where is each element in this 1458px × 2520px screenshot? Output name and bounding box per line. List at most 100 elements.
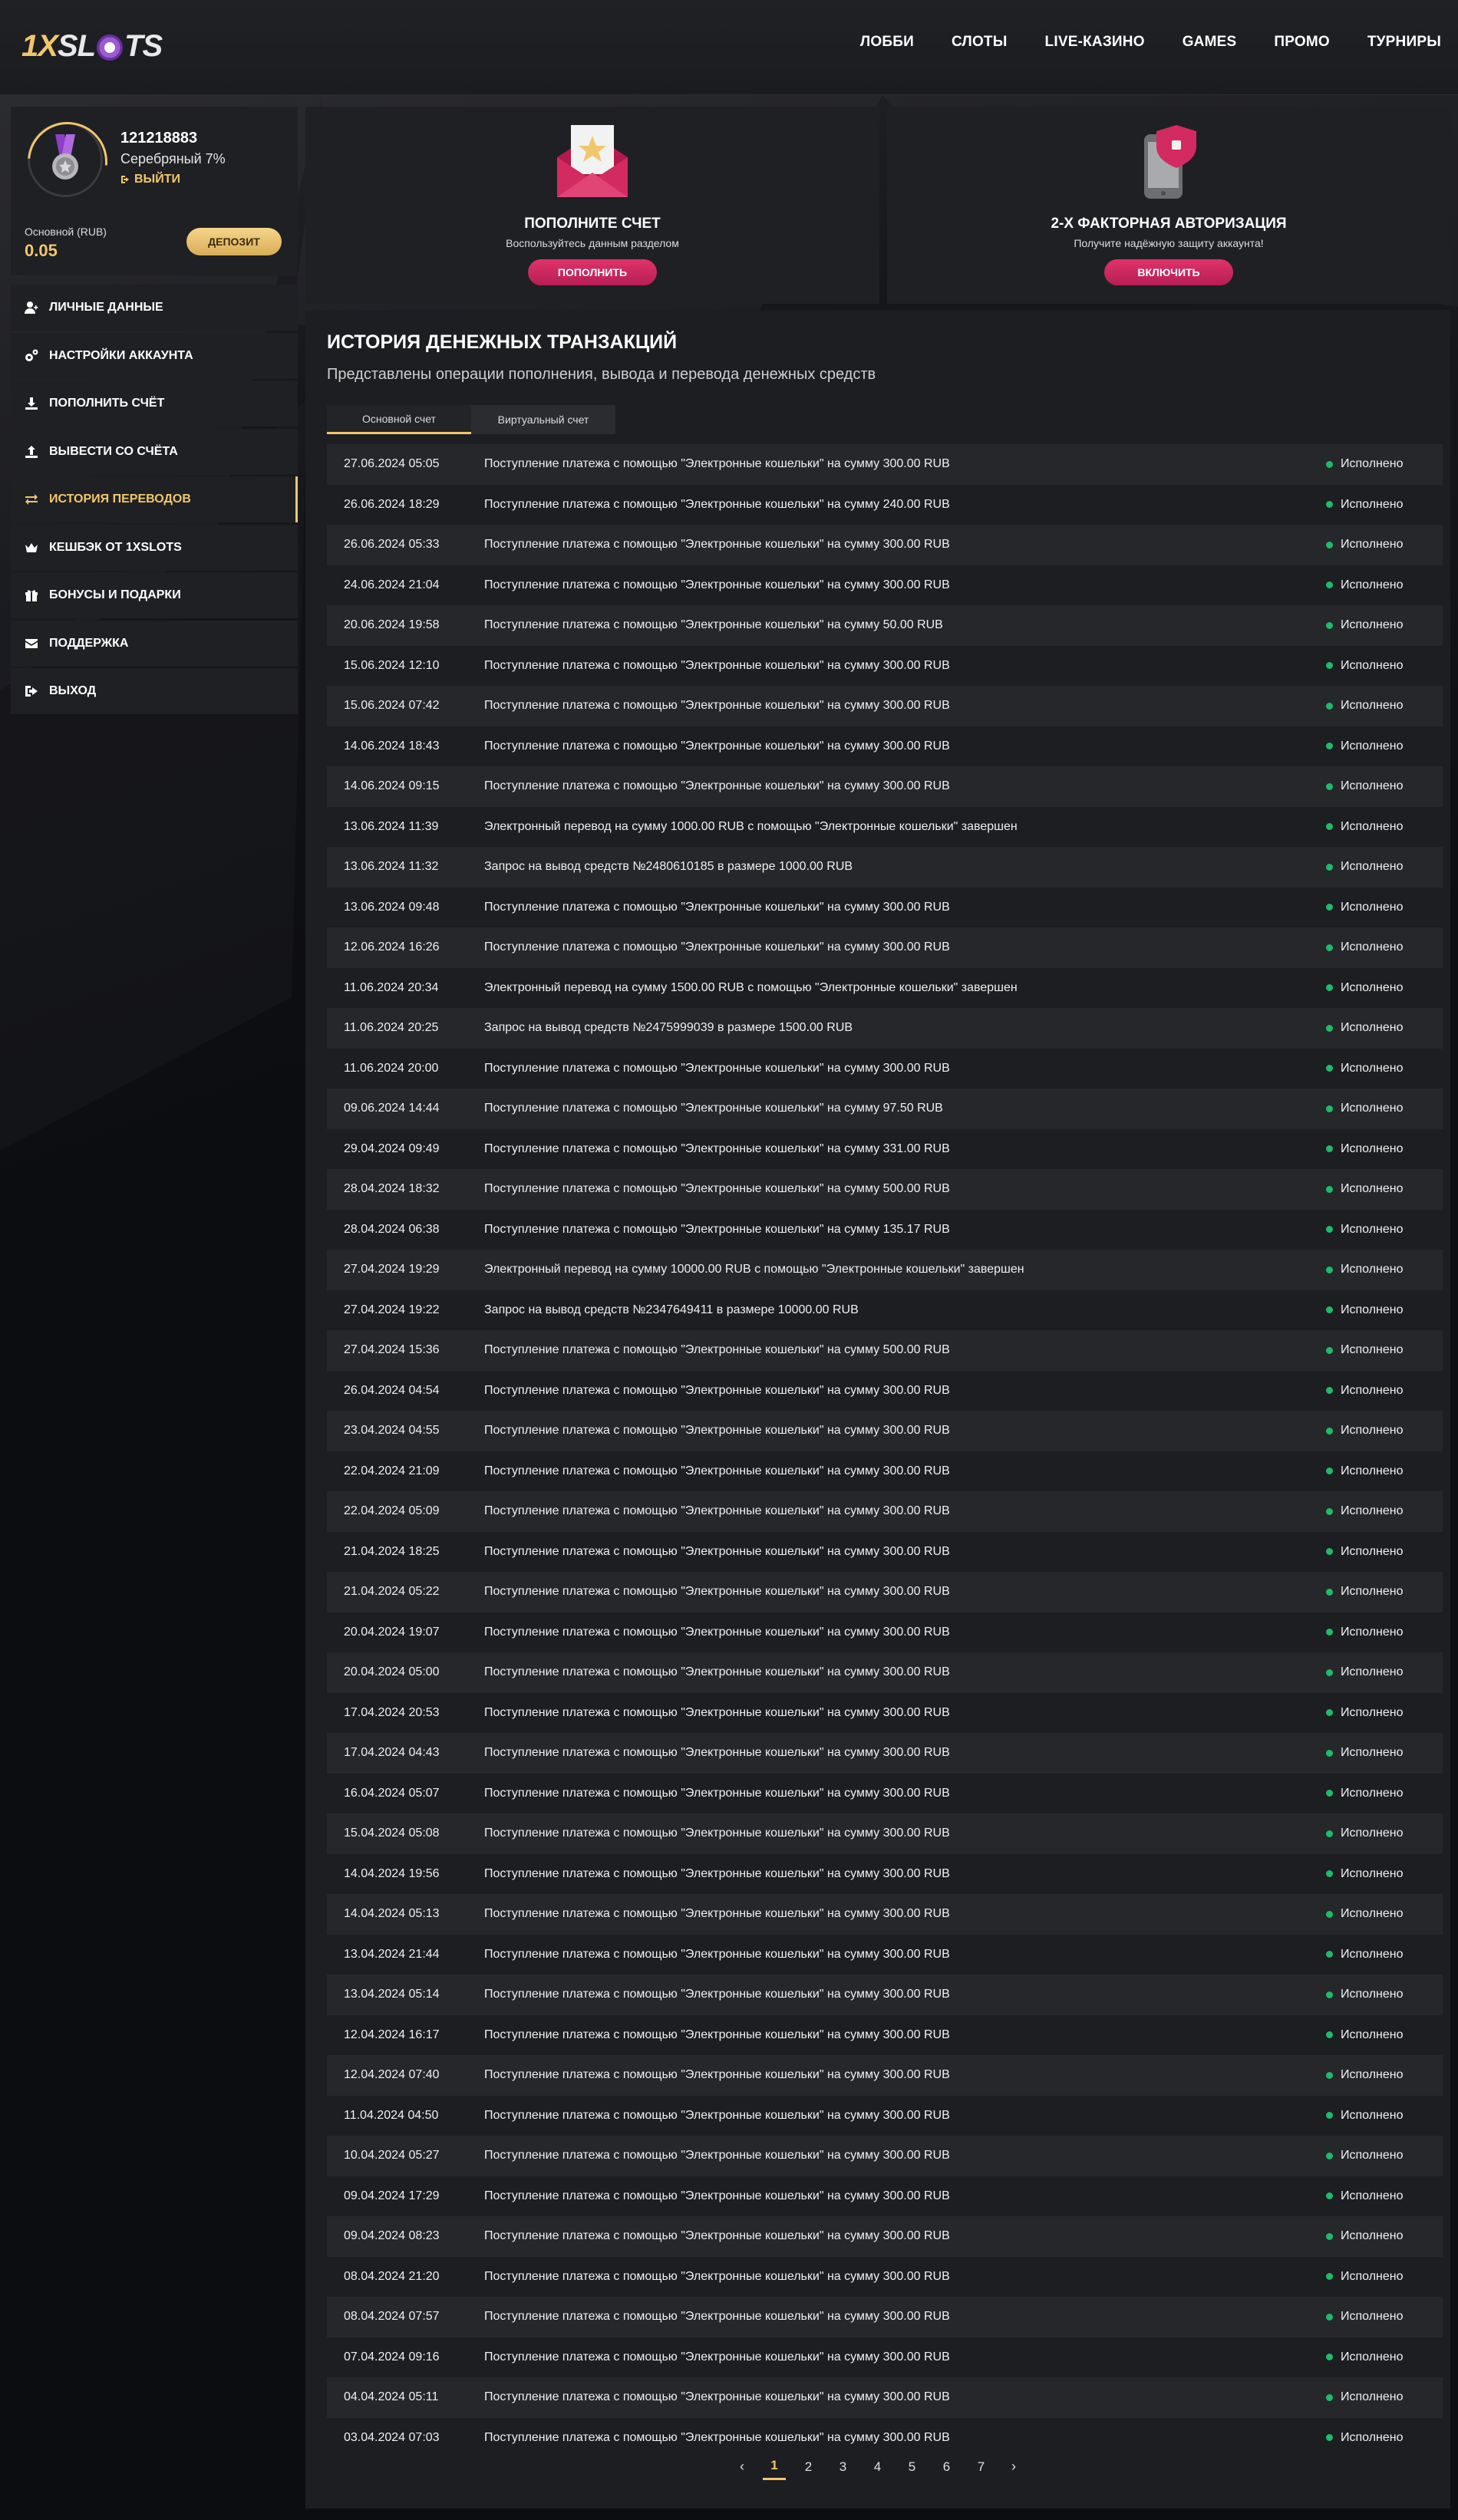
- deposit-card-button[interactable]: ПОПОЛНИТЬ: [528, 259, 657, 285]
- menu-item-transfer-history[interactable]: ИСТОРИЯ ПЕРЕВОДОВ: [11, 476, 298, 522]
- menu-item-label: ЛИЧНЫЕ ДАННЫЕ: [49, 301, 163, 314]
- transaction-description: Поступление платежа с помощью "Электронн…: [484, 1544, 950, 1558]
- nav-games[interactable]: GAMES: [1183, 34, 1237, 51]
- nav-tournaments[interactable]: ТУРНИРЫ: [1367, 34, 1441, 51]
- nav-lobby[interactable]: ЛОББИ: [860, 34, 914, 51]
- transaction-status: Исполнено: [1326, 1102, 1443, 1115]
- status-dot-icon: [1326, 984, 1333, 992]
- transaction-date: 22.04.2024 05:09: [344, 1504, 440, 1518]
- nav-live-casino[interactable]: LIVE-КАЗИНО: [1045, 34, 1145, 51]
- account-tabs: Основной счет Виртуальный счет: [327, 405, 615, 434]
- table-row: 24.06.2024 21:04 Поступление платежа с по…: [327, 565, 1443, 605]
- pagination-next-icon[interactable]: ›: [998, 2459, 1029, 2479]
- transaction-status: Исполнено: [1326, 1504, 1443, 1518]
- menu-item-account-settings[interactable]: НАСТРОЙКИ АККАУНТА: [11, 332, 298, 379]
- table-row: 09.04.2024 17:29 Поступление платежа с по…: [327, 2176, 1443, 2216]
- table-row: 13.04.2024 05:14 Поступление платежа с по…: [327, 1975, 1443, 2015]
- transaction-description: Поступление платежа с помощью "Электронн…: [484, 699, 950, 713]
- pagination-page-1[interactable]: 1: [763, 2458, 786, 2480]
- pagination-page-7[interactable]: 7: [964, 2459, 998, 2479]
- logout-link[interactable]: ВЫЙТИ: [120, 173, 180, 186]
- table-row: 20.06.2024 19:58 Поступление платежа с по…: [327, 605, 1443, 646]
- transaction-date: 27.06.2024 05:05: [344, 457, 440, 471]
- pagination-page-3[interactable]: 3: [826, 2459, 860, 2479]
- transaction-status: Исполнено: [1326, 2189, 1443, 2203]
- tab-virtual-account[interactable]: Виртуальный счет: [471, 405, 615, 434]
- transaction-date: 20.06.2024 19:58: [344, 618, 440, 632]
- pagination-page-6[interactable]: 6: [929, 2459, 964, 2479]
- status-label: Исполнено: [1341, 1665, 1404, 1679]
- status-dot-icon: [1326, 823, 1333, 831]
- transaction-status: Исполнено: [1326, 2109, 1443, 2123]
- nav-promo[interactable]: ПРОМО: [1274, 34, 1329, 51]
- upload-icon: [25, 445, 38, 458]
- pagination-page-2[interactable]: 2: [791, 2459, 826, 2479]
- transaction-date: 28.04.2024 06:38: [344, 1222, 440, 1236]
- site-logo[interactable]: 1X SL TS: [21, 26, 163, 66]
- transaction-date: 16.04.2024 05:07: [344, 1786, 440, 1800]
- main-nav: ЛОББИ СЛОТЫ LIVE-КАЗИНО GAMES ПРОМО ТУРН…: [860, 34, 1441, 51]
- pagination-page-5[interactable]: 5: [895, 2459, 929, 2479]
- status-label: Исполнено: [1341, 497, 1404, 511]
- status-label: Исполнено: [1341, 1182, 1404, 1196]
- transaction-description: Поступление платежа с помощью "Электронн…: [484, 1665, 950, 1679]
- twofa-card-button[interactable]: ВКЛЮЧИТЬ: [1104, 259, 1233, 285]
- transaction-status: Исполнено: [1326, 498, 1443, 512]
- logo-text-ts: TS: [124, 28, 163, 63]
- status-label: Исполнено: [1341, 1907, 1404, 1921]
- transaction-date: 11.04.2024 04:50: [344, 2108, 439, 2122]
- transaction-description: Поступление платежа с помощью "Электронн…: [484, 1907, 950, 1921]
- transaction-status: Исполнено: [1326, 1867, 1443, 1881]
- transaction-date: 12.06.2024 16:26: [344, 940, 440, 954]
- table-row: 22.04.2024 21:09 Поступление платежа с по…: [327, 1451, 1443, 1491]
- tab-main-account[interactable]: Основной счет: [327, 405, 471, 434]
- status-dot-icon: [1326, 904, 1333, 911]
- menu-item-cashback[interactable]: КЕШБЭК ОТ 1XSLOTS: [11, 524, 298, 571]
- transaction-description: Поступление платежа с помощью "Электронн…: [484, 1102, 943, 1115]
- transaction-status: Исполнено: [1326, 1303, 1443, 1317]
- status-dot-icon: [1326, 1629, 1333, 1636]
- menu-item-support[interactable]: ПОДДЕРЖКА: [11, 620, 298, 667]
- status-label: Исполнено: [1341, 1705, 1404, 1719]
- status-dot-icon: [1326, 1668, 1333, 1676]
- status-label: Исполнено: [1341, 739, 1404, 753]
- status-dot-icon: [1326, 581, 1333, 589]
- transaction-description: Поступление платежа с помощью "Электронн…: [484, 739, 950, 753]
- deposit-button[interactable]: ДЕПОЗИТ: [186, 228, 282, 255]
- transaction-date: 09.06.2024 14:44: [344, 1102, 440, 1115]
- menu-item-label: НАСТРОЙКИ АККАУНТА: [49, 348, 193, 362]
- table-row: 13.06.2024 09:48 Поступление платежа с по…: [327, 887, 1443, 927]
- menu-item-logout[interactable]: ВЫХОД: [11, 668, 298, 714]
- menu-item-personal-data[interactable]: ЛИЧНЫЕ ДАННЫЕ: [11, 285, 298, 331]
- status-label: Исполнено: [1341, 538, 1404, 552]
- transaction-date: 07.04.2024 09:16: [344, 2350, 440, 2364]
- menu-item-deposit[interactable]: ПОПОЛНИТЬ СЧЁТ: [11, 380, 298, 427]
- transaction-date: 21.04.2024 05:22: [344, 1585, 440, 1599]
- table-row: 26.06.2024 05:33 Поступление платежа с по…: [327, 525, 1443, 565]
- transaction-date: 27.04.2024 15:36: [344, 1343, 440, 1357]
- balance-value: 0.05: [25, 241, 58, 260]
- transaction-status: Исполнено: [1326, 1787, 1443, 1800]
- transaction-description: Поступление платежа с помощью "Электронн…: [484, 2108, 950, 2122]
- status-label: Исполнено: [1341, 900, 1404, 914]
- menu-item-withdraw[interactable]: ВЫВЕСТИ СО СЧЁТА: [11, 428, 298, 475]
- status-dot-icon: [1326, 2232, 1333, 2240]
- menu-item-bonuses[interactable]: БОНУСЫ И ПОДАРКИ: [11, 572, 298, 618]
- transaction-status: Исполнено: [1326, 820, 1443, 834]
- sign-out-icon: [25, 686, 38, 697]
- transaction-description: Поступление платежа с помощью "Электронн…: [484, 1061, 950, 1075]
- status-dot-icon: [1326, 2393, 1333, 2401]
- table-row: 23.04.2024 04:55 Поступление платежа с по…: [327, 1411, 1443, 1451]
- status-label: Исполнено: [1341, 2350, 1404, 2364]
- table-row: 26.06.2024 18:29 Поступление платежа с по…: [327, 484, 1443, 525]
- table-row: 22.04.2024 05:09 Поступление платежа с по…: [327, 1491, 1443, 1532]
- transaction-date: 27.04.2024 19:29: [344, 1263, 440, 1276]
- deposit-card-title: ПОПОЛНИТЕ СЧЕТ: [524, 216, 661, 232]
- table-row: 20.04.2024 19:07 Поступление платежа с по…: [327, 1612, 1443, 1652]
- pagination-page-4[interactable]: 4: [860, 2459, 895, 2479]
- transaction-date: 13.06.2024 09:48: [344, 900, 440, 914]
- nav-slots[interactable]: СЛОТЫ: [952, 34, 1008, 51]
- transaction-date: 20.04.2024 05:00: [344, 1665, 440, 1679]
- table-row: 07.04.2024 09:16 Поступление платежа с по…: [327, 2337, 1443, 2377]
- pagination-prev-icon[interactable]: ‹: [727, 2459, 757, 2479]
